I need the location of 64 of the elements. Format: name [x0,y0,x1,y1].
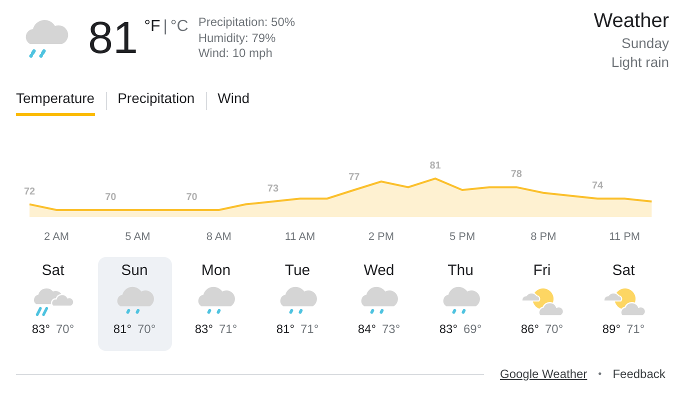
high-temperature: 83° [439,322,458,336]
high-temperature: 81° [113,322,132,336]
hour-label: 8 PM [530,231,556,243]
hour-label: 11 PM [609,231,640,243]
tab[interactable]: Precipitation [118,86,195,116]
value-label: 81 [430,160,441,172]
high-temperature: 83° [194,322,213,336]
low-temperature: 70° [56,322,74,336]
day-name: Wed [364,262,394,279]
value-label: 70 [186,192,198,203]
condition-label: Light rain [611,53,669,72]
high-temperature: 83° [32,322,50,336]
google-weather-link[interactable]: Google Weather [500,367,588,381]
low-temperature: 71° [219,322,238,336]
day-forecast[interactable]: Sat 83° 70° [16,257,90,351]
day-forecast[interactable]: Sun 81° 70° [98,257,172,351]
tab[interactable]: Wind [218,86,250,116]
day-forecast[interactable]: Wed 84° 73° [342,257,416,351]
value-label: 78 [510,169,522,180]
low-temperature: 73° [382,322,400,336]
feedback-link[interactable]: Feedback [612,367,666,381]
value-label: 73 [267,183,279,194]
hour-label: 11 AM [284,231,316,243]
day-name: Thu [448,262,474,279]
weather-detail: Precipitation: 50% [198,15,296,30]
separator-dot: • [598,368,602,380]
low-temperature: 71° [300,322,319,336]
day-forecast[interactable]: Sat 89° 71° [586,257,660,351]
low-temperature: 71° [626,322,645,336]
day-name: Fri [533,262,551,279]
day-forecast[interactable]: Mon 83° 71° [179,257,253,351]
day-forecast[interactable]: Thu 83° 69° [424,257,498,351]
hour-label: 8 AM [206,231,232,243]
day-name: Tue [284,262,310,279]
hour-label: 2 PM [368,231,394,243]
day-name: Sun [121,262,148,279]
fahrenheit-unit[interactable]: °F [144,18,160,36]
tab[interactable]: Temperature [16,86,95,116]
day-name: Sat [612,262,635,279]
celsius-unit[interactable]: °C [170,18,188,36]
value-label: 77 [348,172,360,184]
low-temperature: 70° [138,322,156,336]
day-label: Sunday [622,34,669,53]
day-forecast[interactable]: Tue 81° 71° [260,257,334,351]
value-label: 74 [592,180,604,192]
hour-label: 2 AM [44,231,70,243]
hour-label: 5 PM [449,231,476,243]
day-forecast[interactable]: Fri 86° 70° [505,257,579,351]
hour-label: 5 AM [125,231,150,243]
day-name: Sat [42,262,64,279]
day-name: Mon [201,262,231,279]
weather-detail: Wind: 10 mph [198,46,274,62]
low-temperature: 70° [545,322,564,336]
weather-title: Weather [594,9,669,34]
high-temperature: 89° [602,322,620,336]
high-temperature: 81° [276,322,294,336]
high-temperature: 84° [358,322,376,336]
current-temperature: 81 [88,12,138,64]
weather-detail: Humidity: 79% [198,30,277,46]
value-label: 72 [24,186,36,198]
low-temperature: 69° [464,322,482,336]
high-temperature: 86° [520,322,539,336]
value-label: 70 [105,192,116,203]
unit-separator: | [163,18,168,36]
